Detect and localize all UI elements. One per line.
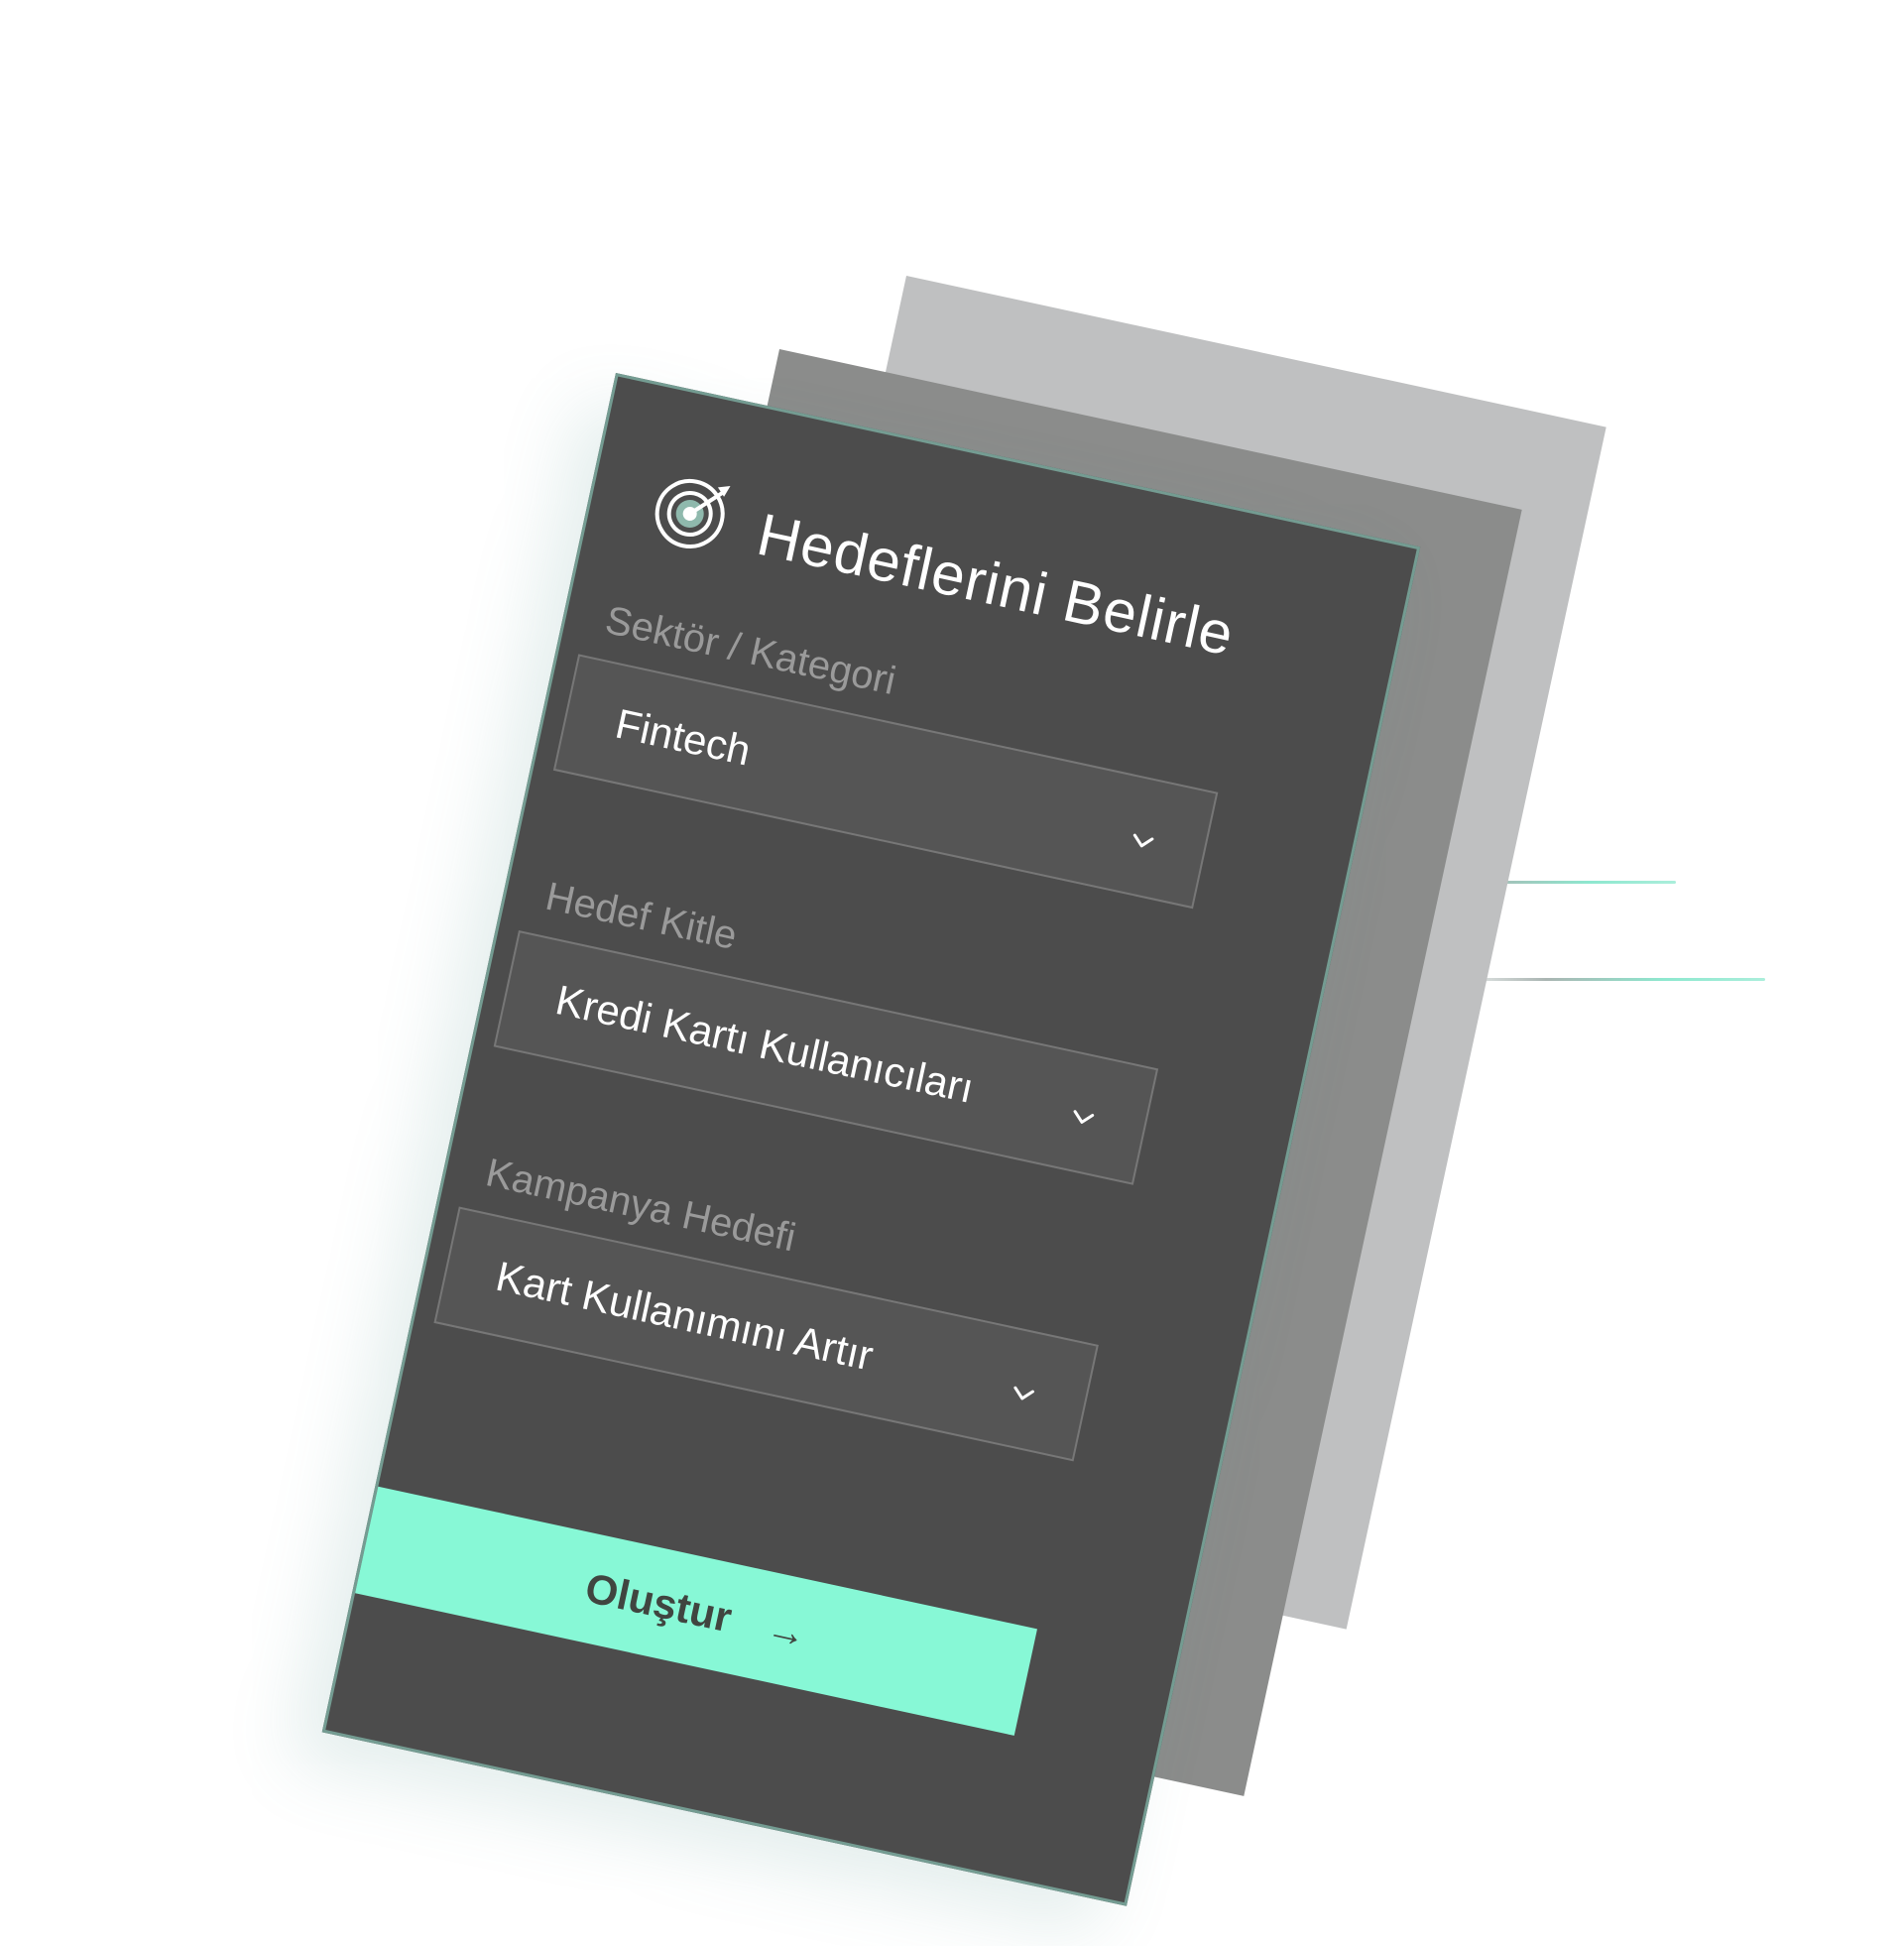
create-button[interactable]: Oluştur → <box>355 1486 1037 1736</box>
campaign-goal-value: Kart Kullanımını Artır <box>492 1252 878 1380</box>
chevron-down-icon <box>1132 833 1154 848</box>
target-icon <box>654 478 731 548</box>
create-button-label: Oluştur <box>581 1563 737 1642</box>
target-audience-value: Kredi Kartı Kullanıcıları <box>551 976 979 1112</box>
sector-category-value: Fintech <box>611 699 756 775</box>
form-illustration: Hedeflerini Belirle Sektör / Kategori Fi… <box>0 0 1904 1946</box>
chevron-down-icon <box>1073 1110 1095 1124</box>
chevron-down-icon <box>1013 1386 1034 1400</box>
target-audience-select[interactable]: Kredi Kartı Kullanıcıları <box>493 929 1159 1185</box>
arrow-right-icon: → <box>763 1606 811 1657</box>
